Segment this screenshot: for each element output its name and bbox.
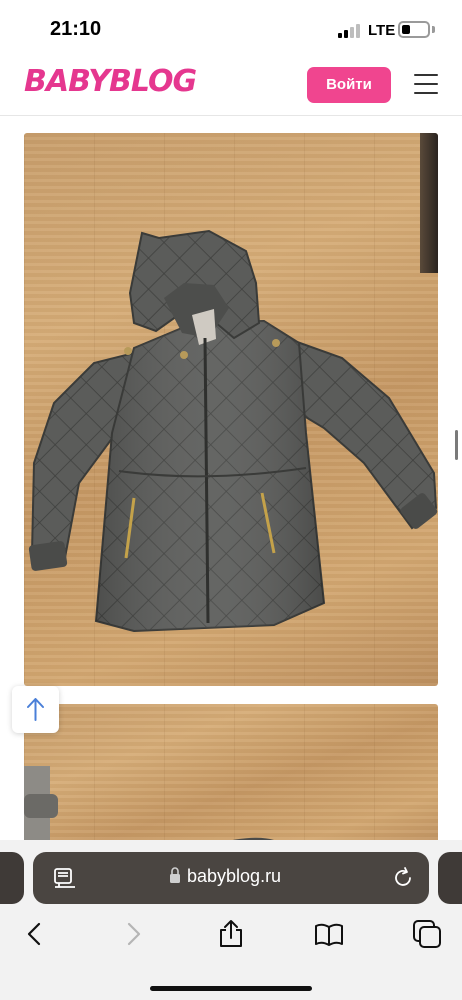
page: 21:10 LTE BABYBLOG Войти babyblog.ru <box>0 0 462 1000</box>
bookmarks-button[interactable] <box>313 918 345 950</box>
url-text[interactable]: babyblog.ru <box>187 866 281 887</box>
back-icon <box>27 922 41 946</box>
next-tab-peek[interactable] <box>438 852 462 904</box>
babyblog-logo[interactable]: BABYBLOG <box>24 64 197 99</box>
battery-icon <box>398 21 430 38</box>
forward-button[interactable] <box>117 918 149 950</box>
network-type: LTE <box>368 22 396 39</box>
site-header: BABYBLOG Войти <box>0 56 462 116</box>
arrow-up-icon <box>27 698 44 721</box>
forward-icon <box>127 922 141 946</box>
back-button[interactable] <box>19 918 51 950</box>
hamburger-menu-icon[interactable] <box>414 74 438 94</box>
home-indicator[interactable] <box>150 986 312 991</box>
photo-2-objects <box>24 766 278 854</box>
scroll-to-top-button[interactable] <box>12 686 59 733</box>
status-bar: 21:10 LTE <box>0 0 462 56</box>
reload-icon[interactable] <box>391 866 415 890</box>
login-button[interactable]: Войти <box>307 67 391 103</box>
tabs-icon <box>413 920 441 948</box>
jacket-image <box>28 229 438 633</box>
jacket-photo-2[interactable] <box>24 704 438 854</box>
lock-icon <box>170 867 180 883</box>
page-scroll-indicator <box>455 430 458 460</box>
battery-tip <box>432 26 435 33</box>
share-button[interactable] <box>215 918 247 950</box>
jacket-photo[interactable] <box>24 133 438 686</box>
cellular-signal-icon <box>338 24 362 38</box>
share-icon <box>220 920 242 947</box>
tabs-button[interactable] <box>411 918 443 950</box>
bookmarks-icon <box>315 923 343 946</box>
status-time: 21:10 <box>50 18 102 40</box>
previous-tab-peek[interactable] <box>0 852 24 904</box>
